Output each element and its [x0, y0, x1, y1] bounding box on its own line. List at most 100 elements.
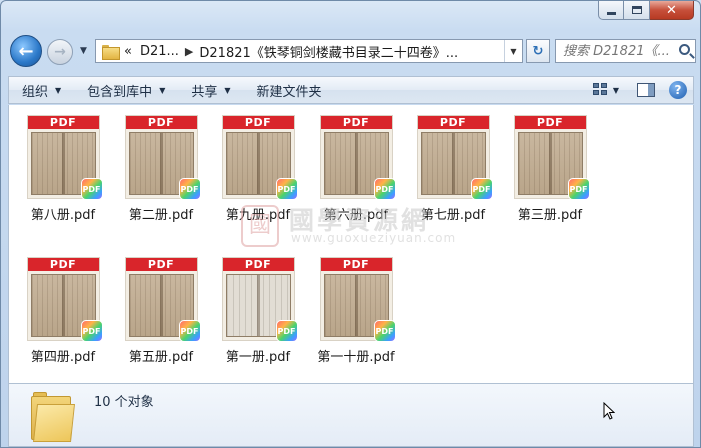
pdf-app-badge-icon: PDF — [80, 320, 103, 342]
address-bar[interactable]: « D21... ▶ D21821《铁琴铜剑楼藏书目录二十四卷》... ▼ — [95, 39, 523, 63]
change-view-icon[interactable] — [592, 83, 609, 97]
close-icon: ✕ — [666, 2, 677, 18]
share-menu[interactable]: 共享 ▼ — [178, 79, 243, 101]
chevron-down-icon: ▼ — [510, 46, 517, 56]
breadcrumb-separator-icon[interactable]: ▶ — [185, 45, 193, 58]
pdf-app-badge-icon: PDF — [275, 320, 298, 342]
refresh-button[interactable]: ↻ — [526, 39, 550, 63]
file-name[interactable]: 第二册.pdf — [117, 204, 205, 223]
pdf-banner: PDF — [125, 116, 197, 129]
organize-label: 组织 — [22, 84, 49, 100]
folder-icon — [102, 44, 120, 60]
pdf-banner: PDF — [27, 116, 99, 129]
chevron-down-icon: ▼ — [55, 85, 62, 95]
search-input[interactable] — [563, 43, 673, 59]
file-item[interactable]: PDF PDF 第六册.pdf — [312, 115, 400, 223]
minimize-button[interactable] — [598, 1, 624, 20]
navigation-row: ← → ▼ « D21... ▶ D21821《铁琴铜剑楼藏书目录二十四卷》..… — [7, 32, 697, 72]
preview-pane-icon[interactable] — [637, 83, 655, 97]
pdf-app-badge-icon: PDF — [373, 320, 396, 342]
share-label: 共享 — [191, 84, 218, 100]
file-item[interactable]: PDF PDF 第九册.pdf — [214, 115, 302, 223]
pdf-banner: PDF — [514, 116, 586, 129]
command-bar-right: ▼ ? — [592, 81, 693, 99]
chevron-down-icon: ▼ — [224, 85, 231, 95]
back-arrow-icon: ← — [18, 40, 34, 62]
maximize-icon — [631, 6, 642, 14]
file-list[interactable]: PDF PDF 第八册.pdf PDF PDF 第二册.pdf PDF PDF 第九册.pdf P… — [8, 105, 694, 383]
help-icon[interactable]: ? — [669, 81, 687, 99]
file-name[interactable]: 第三册.pdf — [506, 204, 594, 223]
file-item[interactable]: PDF PDF 第三册.pdf — [506, 115, 594, 223]
pdf-banner: PDF — [320, 116, 392, 129]
pdf-app-badge-icon: PDF — [275, 178, 298, 200]
pdf-banner: PDF — [222, 116, 294, 129]
pdf-thumbnail: PDF PDF — [26, 115, 103, 200]
pdf-banner: PDF — [27, 258, 99, 271]
file-name[interactable]: 第七册.pdf — [409, 204, 497, 223]
pdf-banner: PDF — [320, 258, 392, 271]
pdf-banner: PDF — [417, 116, 489, 129]
file-name[interactable]: 第九册.pdf — [214, 204, 302, 223]
file-item[interactable]: PDF PDF 第七册.pdf — [409, 115, 497, 223]
file-name[interactable]: 第一十册.pdf — [312, 346, 400, 365]
pdf-thumbnail: PDF PDF — [319, 257, 396, 342]
file-name[interactable]: 第五册.pdf — [117, 346, 205, 365]
pdf-thumbnail: PDF PDF — [221, 257, 298, 342]
pdf-thumbnail: PDF PDF — [416, 115, 493, 200]
caption-buttons: ✕ — [598, 1, 694, 21]
pdf-thumbnail: PDF PDF — [124, 257, 201, 342]
chevron-down-icon: ▼ — [80, 46, 87, 56]
folder-icon — [31, 392, 75, 442]
pdf-app-badge-icon: PDF — [178, 178, 201, 200]
pdf-thumbnail: PDF PDF — [221, 115, 298, 200]
forward-button[interactable]: → — [47, 39, 73, 65]
refresh-icon: ↻ — [532, 43, 544, 59]
watermark-url: www.guoxueziyuan.com — [291, 231, 457, 245]
details-pane: 10 个对象 — [8, 383, 694, 447]
file-item[interactable]: PDF PDF 第八册.pdf — [19, 115, 107, 223]
explorer-window: ✕ ← → ▼ « D21... ▶ D21821《铁琴铜剑楼藏书目录二十四卷》… — [0, 0, 701, 448]
pdf-app-badge-icon: PDF — [567, 178, 590, 200]
file-item[interactable]: PDF PDF 第一十册.pdf — [312, 257, 400, 365]
item-count: 10 个对象 — [94, 395, 154, 410]
address-dropdown-button[interactable]: ▼ — [504, 40, 522, 62]
pdf-thumbnail: PDF PDF — [319, 115, 396, 200]
back-button[interactable]: ← — [10, 35, 42, 67]
include-in-library-menu[interactable]: 包含到库中 ▼ — [74, 79, 178, 101]
pdf-thumbnail: PDF PDF — [26, 257, 103, 342]
file-name[interactable]: 第八册.pdf — [19, 204, 107, 223]
chevron-down-icon: ▼ — [159, 85, 166, 95]
breadcrumb-overflow[interactable]: « — [124, 44, 132, 59]
file-name[interactable]: 第一册.pdf — [214, 346, 302, 365]
new-folder-label: 新建文件夹 — [256, 84, 322, 100]
close-button[interactable]: ✕ — [650, 1, 694, 20]
maximize-button[interactable] — [624, 1, 650, 20]
new-folder-button[interactable]: 新建文件夹 — [244, 79, 335, 101]
pdf-thumbnail: PDF PDF — [513, 115, 590, 200]
file-item[interactable]: PDF PDF 第一册.pdf — [214, 257, 302, 365]
forward-arrow-icon: → — [54, 44, 66, 60]
file-item[interactable]: PDF PDF 第二册.pdf — [117, 115, 205, 223]
file-name[interactable]: 第四册.pdf — [19, 346, 107, 365]
breadcrumb-item-current[interactable]: D21821《铁琴铜剑楼藏书目录二十四卷》... — [199, 42, 458, 61]
pdf-banner: PDF — [222, 258, 294, 271]
pdf-app-badge-icon: PDF — [373, 178, 396, 200]
search-box — [555, 39, 696, 63]
include-in-library-label: 包含到库中 — [87, 84, 153, 100]
organize-menu[interactable]: 组织 ▼ — [9, 79, 74, 101]
command-bar: 组织 ▼ 包含到库中 ▼ 共享 ▼ 新建文件夹 ▼ ? — [8, 76, 694, 104]
pdf-app-badge-icon: PDF — [80, 178, 103, 200]
pdf-app-badge-icon: PDF — [178, 320, 201, 342]
file-item[interactable]: PDF PDF 第四册.pdf — [19, 257, 107, 365]
file-item[interactable]: PDF PDF 第五册.pdf — [117, 257, 205, 365]
pdf-thumbnail: PDF PDF — [124, 115, 201, 200]
file-name[interactable]: 第六册.pdf — [312, 204, 400, 223]
recent-pages-button[interactable]: ▼ — [80, 46, 90, 56]
minimize-icon — [606, 11, 616, 15]
breadcrumb-item-parent[interactable]: D21... — [140, 44, 179, 59]
pdf-banner: PDF — [125, 258, 197, 271]
pdf-app-badge-icon: PDF — [470, 178, 493, 200]
search-icon[interactable] — [679, 44, 690, 55]
view-options-chevron-icon[interactable]: ▼ — [613, 86, 619, 95]
